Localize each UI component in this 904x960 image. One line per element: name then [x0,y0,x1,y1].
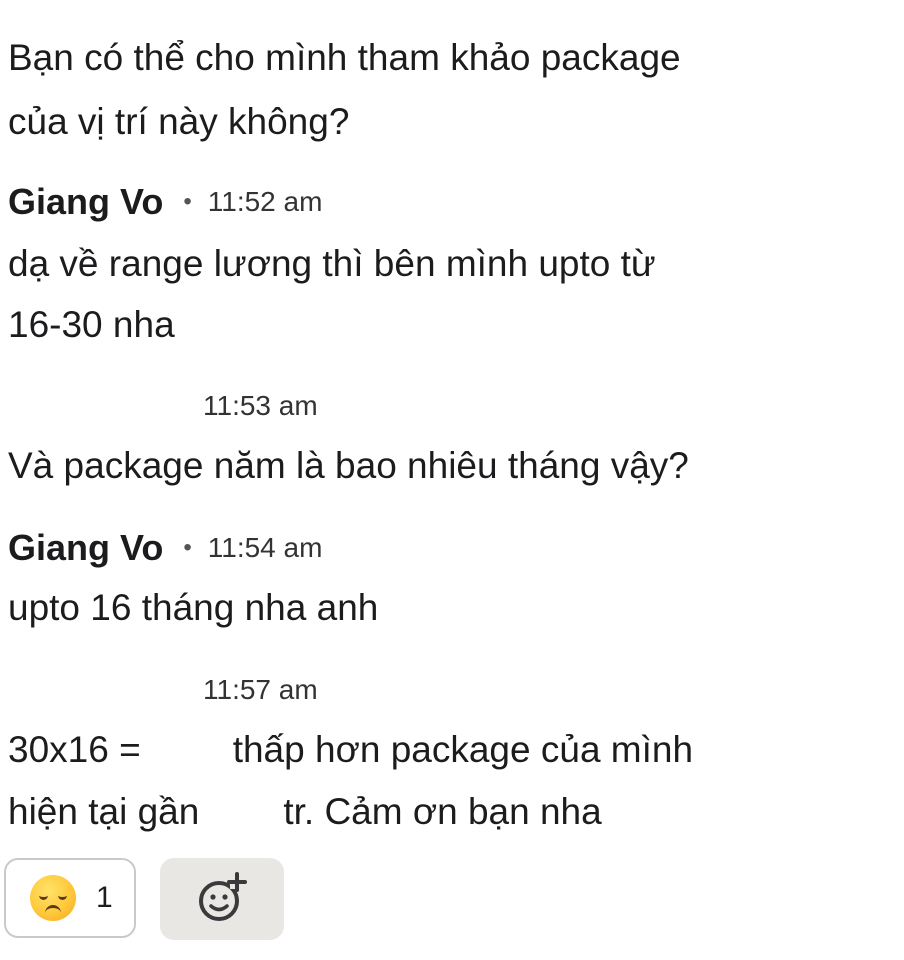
message-timestamp: 11:57 am [203,674,318,705]
message-text: của vị trí này không? [8,101,350,142]
message-header: Giang Vo • 11:54 am [8,526,322,570]
message-text: hiện tại gần tr. Cảm ơn bạn nha [8,790,602,834]
message-text-segment: thấp hơn package của mình [232,729,694,770]
message-text: upto 16 tháng nha anh [8,587,379,628]
message-text: Và package năm là bao nhiêu tháng vậy? [8,445,689,486]
separator-dot: • [183,534,192,561]
reaction-count: 1 [96,881,113,914]
message-timestamp: 11:54 am [207,532,323,563]
message-timestamp: 11:52 am [207,186,323,217]
message-timestamp: 11:53 am [203,390,318,421]
message-header: Giang Vo • 11:52 am [8,180,322,224]
add-reaction-button[interactable] [160,858,284,940]
message-text: dạ về range lương thì bên mình upto từ [8,243,656,284]
separator-dot: • [183,188,192,215]
reaction-pill[interactable]: 1 [4,858,136,938]
message-text-segment: hiện tại gần [8,791,200,832]
message-text: 16-30 nha [8,304,175,345]
add-reaction-icon [199,872,247,921]
message-text: 30x16 = thấp hơn package của mình [8,728,693,772]
message-text-segment: tr. Cảm ơn bạn nha [283,791,602,832]
disappointed-face-emoji-icon [30,875,76,921]
message-text: Bạn có thể cho mình tham khảo package [8,37,681,78]
sender-name[interactable]: Giang Vo [8,180,163,224]
message-text-segment: 30x16 = [8,729,141,770]
sender-name[interactable]: Giang Vo [8,526,163,570]
